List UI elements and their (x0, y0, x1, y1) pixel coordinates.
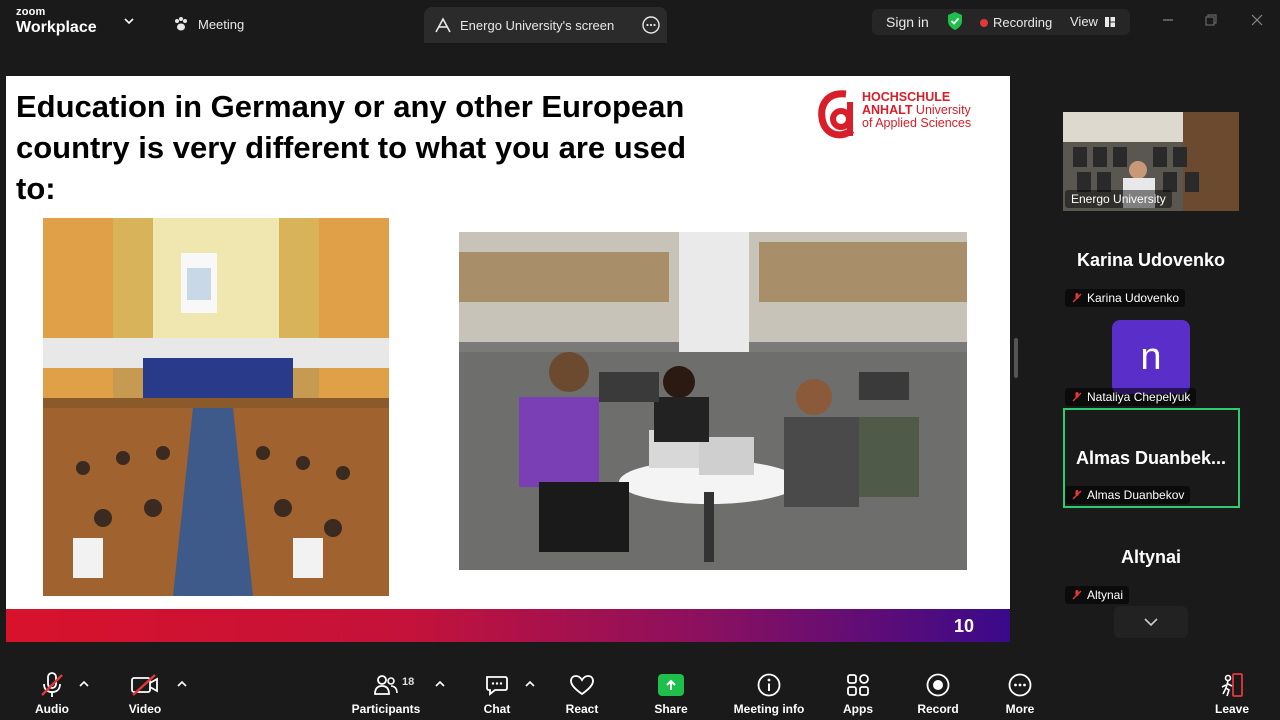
logo-anhalt: ANHALT (862, 103, 913, 117)
panel-resize-handle[interactable] (1014, 338, 1018, 378)
participant-label-almas[interactable]: Almas Duanbekov (1065, 486, 1191, 504)
apps-button[interactable]: Apps (818, 670, 898, 716)
meeting-tab[interactable]: Meeting (172, 12, 244, 36)
slide-footer-bar: 10 (6, 609, 1010, 642)
muted-mic-icon (1072, 590, 1082, 600)
video-tile-energo-university[interactable]: Energo University (1063, 112, 1239, 211)
participant-name: Nataliya Chepelyuk (1087, 390, 1191, 404)
view-layout-icon (1104, 16, 1115, 27)
brand-workplace: Workplace (16, 19, 97, 36)
video-tile-name: Energo University (1071, 192, 1166, 206)
muted-mic-icon (1072, 392, 1082, 402)
meeting-toolbar: Audio Video Participants 18 Chat React S… (0, 660, 1280, 720)
react-label: React (565, 702, 599, 716)
chat-icon (486, 676, 508, 696)
participant-label-altynai[interactable]: Altynai (1065, 586, 1130, 604)
slide-page-number: 10 (953, 616, 974, 636)
view-label: View (1070, 14, 1098, 29)
audio-label: Audio (35, 702, 69, 716)
more-icon (1008, 673, 1032, 697)
meeting-tab-label: Meeting (198, 16, 245, 32)
muted-mic-icon (1072, 490, 1082, 500)
app-brand: zoom Workplace (16, 7, 97, 36)
participants-options-caret-icon[interactable] (434, 678, 446, 690)
leave-label: Leave (1214, 702, 1250, 716)
leave-icon (1221, 673, 1243, 697)
close-icon[interactable] (1249, 12, 1265, 28)
brand-zoom: zoom (16, 6, 46, 18)
more-button[interactable]: More (980, 670, 1060, 716)
chat-options-caret-icon[interactable] (524, 678, 536, 690)
audio-options-caret-icon[interactable] (78, 678, 90, 690)
participant-name: Altynai (1087, 588, 1124, 602)
chevron-down-icon (1144, 618, 1158, 627)
gallery-scroll-down-button[interactable] (1114, 606, 1188, 638)
video-tile-label: Energo University (1065, 190, 1172, 208)
apps-icon (847, 674, 869, 696)
participants-count: 18 (402, 676, 415, 688)
chat-label: Chat (483, 702, 511, 716)
video-off-icon (131, 674, 158, 696)
muted-mic-icon (1072, 293, 1082, 303)
share-label: Share (654, 702, 688, 716)
participants-label: Participants (351, 702, 421, 716)
chat-button[interactable]: Chat (457, 670, 537, 716)
video-options-caret-icon[interactable] (176, 678, 188, 690)
restore-icon[interactable] (1203, 12, 1219, 28)
video-label: Video (128, 702, 162, 716)
share-button[interactable]: Share (631, 670, 711, 716)
participant-label-karina[interactable]: Karina Udovenko (1065, 289, 1186, 307)
meeting-info-label: Meeting info (733, 702, 805, 716)
slide-title: Education in Germany or any other Europe… (16, 89, 687, 206)
chevron-down-icon[interactable] (122, 14, 136, 28)
top-right-controls: Sign in Recording View (872, 9, 1130, 35)
share-screen-icon (435, 17, 451, 33)
leave-button[interactable]: Leave (1192, 670, 1272, 716)
logo-mark-icon (818, 90, 855, 139)
avatar[interactable]: n (1112, 320, 1190, 394)
apps-label: Apps (843, 702, 873, 716)
audio-button[interactable]: Audio (12, 670, 92, 716)
info-icon (757, 673, 781, 697)
more-label: More (1005, 702, 1035, 716)
heart-icon (570, 675, 594, 696)
participant-name: Almas Duanbekov (1087, 488, 1185, 502)
muted-mic-icon (41, 672, 63, 697)
minimize-icon[interactable] (1160, 12, 1176, 28)
lecture-hall-photo (43, 218, 389, 596)
logo-university: University (912, 103, 971, 117)
shield-icon[interactable] (946, 11, 964, 31)
video-button[interactable]: Video (105, 670, 185, 716)
record-label: Record (917, 702, 959, 716)
record-button[interactable]: Record (898, 670, 978, 716)
presentation-slide: Education in Germany or any other Europe… (6, 76, 1010, 642)
share-screen-icon (658, 674, 684, 696)
record-icon (926, 673, 950, 697)
view-button[interactable]: View (1070, 14, 1116, 29)
participant-display-name: Almas Duanbek... (1075, 448, 1227, 468)
recording-dot-icon (980, 18, 988, 27)
react-button[interactable]: React (542, 670, 622, 716)
sign-in-button[interactable]: Sign in (886, 14, 929, 30)
top-bar: zoom Workplace Meeting Energo University… (0, 0, 1280, 46)
more-options-icon[interactable] (641, 15, 661, 35)
university-logo: HOCHSCHULE ANHALT University of Applied … (818, 88, 998, 144)
participant-display-name: Karina Udovenko (1076, 250, 1226, 270)
shared-screen-label: Energo University's screen (460, 17, 615, 33)
participant-name: Karina Udovenko (1087, 291, 1180, 305)
recording-label: Recording (993, 15, 1053, 30)
students-study-photo (459, 232, 967, 570)
participants-icon (374, 675, 398, 695)
logo-line-3: of Applied Sciences (862, 116, 972, 130)
recording-indicator[interactable]: Recording (980, 15, 1052, 30)
participant-label-nataliya[interactable]: Nataliya Chepelyuk (1065, 388, 1197, 406)
participant-display-name: Altynai (1120, 547, 1181, 567)
shared-screen-tab[interactable]: Energo University's screen (424, 7, 667, 43)
paw-icon (175, 17, 187, 31)
meeting-info-button[interactable]: Meeting info (729, 670, 809, 716)
